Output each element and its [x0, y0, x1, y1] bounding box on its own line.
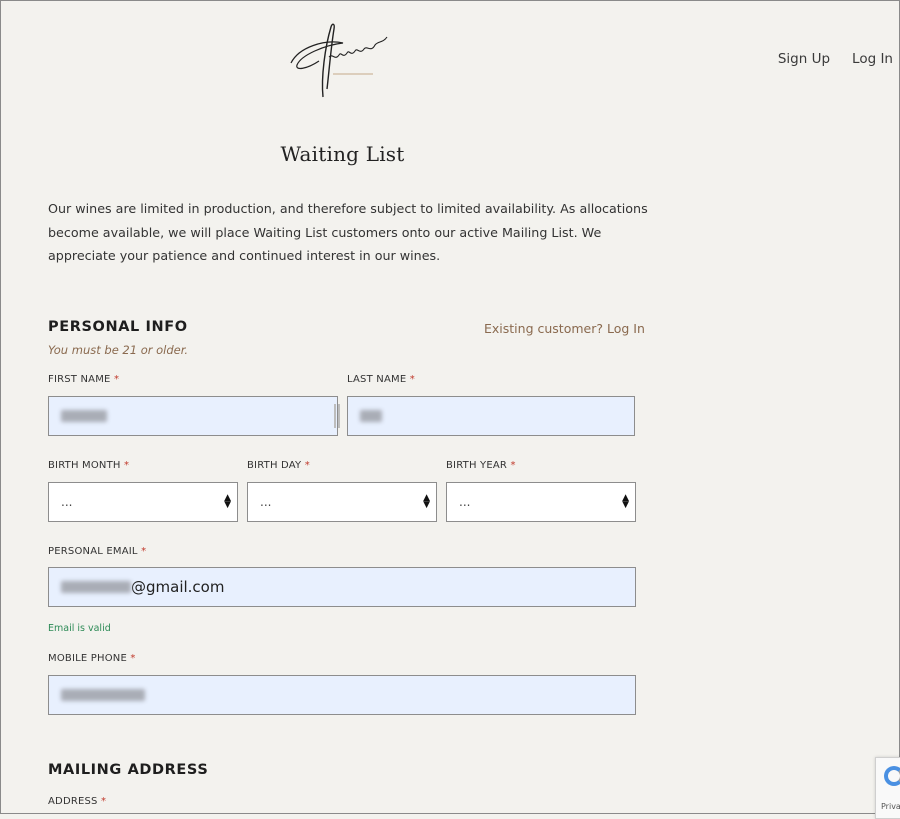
select-arrows-icon: ▲ ▼ — [224, 493, 231, 510]
birth-year-label: BIRTH YEAR * — [446, 460, 516, 471]
recaptcha-badge[interactable]: Priva — [875, 757, 900, 819]
last-name-label: LAST NAME * — [347, 374, 415, 385]
email-valid-message: Email is valid — [48, 623, 111, 634]
mailing-address-heading: MAILING ADDRESS — [48, 762, 209, 778]
mobile-phone-input[interactable] — [48, 675, 636, 715]
birth-year-value: ... — [459, 495, 471, 509]
sign-up-link[interactable]: Sign Up — [778, 51, 830, 67]
intro-paragraph: Our wines are limited in production, and… — [48, 201, 648, 263]
birth-year-select[interactable]: ... ▲ ▼ — [446, 482, 636, 522]
birth-day-label: BIRTH DAY * — [247, 460, 310, 471]
birth-day-value: ... — [260, 495, 272, 509]
redacted-last-name — [360, 410, 382, 422]
recaptcha-privacy-text: Priva — [881, 802, 900, 811]
birth-month-value: ... — [61, 495, 73, 509]
mobile-phone-label: MOBILE PHONE * — [48, 653, 136, 664]
aubert-script-logo — [290, 23, 388, 98]
first-name-input[interactable] — [48, 396, 338, 436]
existing-customer-login-link[interactable]: Existing customer? Log In — [484, 321, 645, 336]
first-name-label: FIRST NAME * — [48, 374, 120, 385]
email-domain-text: @gmail.com — [131, 578, 225, 596]
redacted-phone — [61, 689, 145, 701]
personal-info-heading: PERSONAL INFO — [48, 319, 188, 335]
birth-month-label: BIRTH MONTH * — [48, 460, 130, 471]
email-label: PERSONAL EMAIL * — [48, 546, 147, 557]
recaptcha-icon — [884, 766, 900, 786]
select-arrows-icon: ▲ ▼ — [622, 493, 629, 510]
redacted-email-user — [61, 581, 131, 593]
field-resize-handle — [334, 404, 344, 428]
top-nav: Sign Up Log In — [778, 51, 893, 67]
log-in-link[interactable]: Log In — [852, 51, 893, 67]
last-name-input[interactable] — [347, 396, 635, 436]
page-title: Waiting List — [280, 142, 405, 166]
redacted-first-name — [61, 410, 107, 422]
birth-month-select[interactable]: ... ▲ ▼ — [48, 482, 238, 522]
select-arrows-icon: ▲ ▼ — [423, 493, 430, 510]
email-input[interactable]: @gmail.com — [48, 567, 636, 607]
birth-day-select[interactable]: ... ▲ ▼ — [247, 482, 437, 522]
aubert-logo[interactable] — [285, 17, 395, 103]
address-label: ADDRESS * — [48, 796, 107, 807]
age-requirement-note: You must be 21 or older. — [48, 343, 189, 357]
